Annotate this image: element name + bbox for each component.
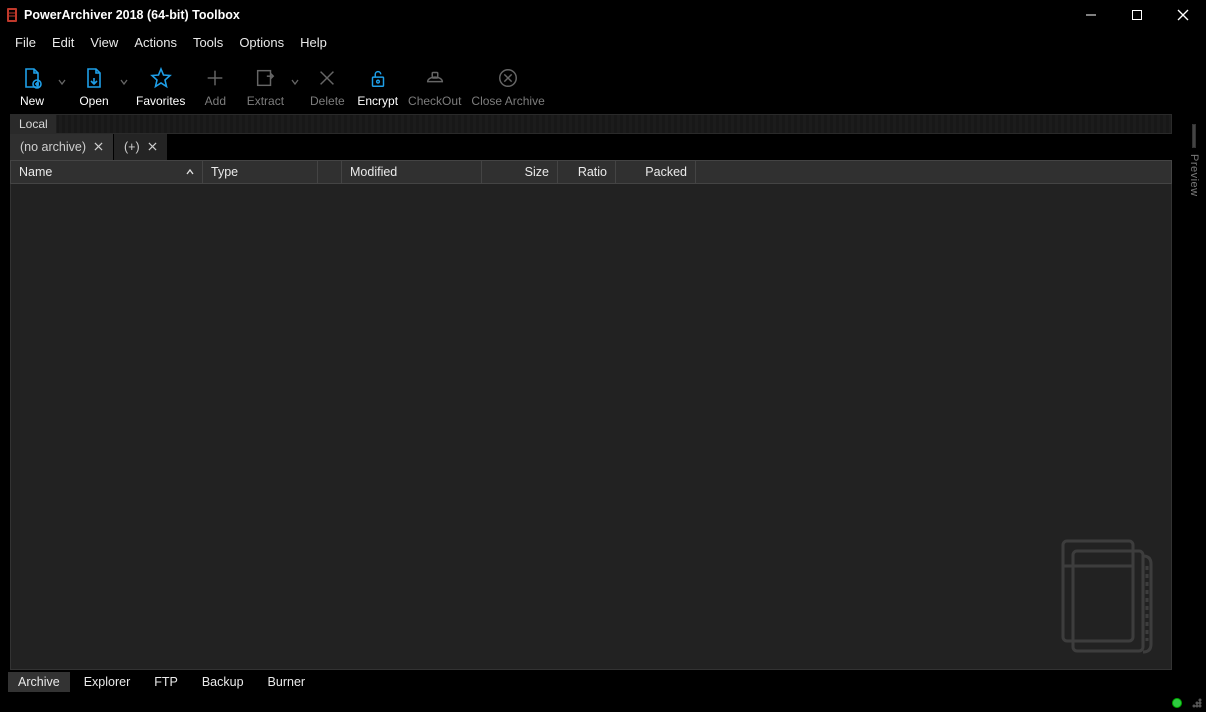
tab-new[interactable]: (+) [114,134,168,160]
sort-asc-icon [186,165,194,179]
close-circle-icon [497,64,519,92]
menu-actions[interactable]: Actions [127,32,184,53]
col-spacer-1[interactable] [318,161,342,183]
status-bar [0,694,1206,712]
menu-bar: File Edit View Actions Tools Options Hel… [0,30,1206,54]
app-icon [6,7,18,23]
col-label: Type [211,165,238,179]
preview-label: Preview [1188,154,1200,197]
plus-icon [204,64,226,92]
resize-grip-icon[interactable] [1190,696,1202,711]
open-button[interactable]: Open [70,56,118,108]
toolbar-label: Favorites [136,94,185,108]
extract-button[interactable]: Extract [241,56,289,108]
toolbar-label: Encrypt [357,94,398,108]
file-list[interactable] [10,184,1172,670]
close-button[interactable] [1160,0,1206,30]
col-size[interactable]: Size [482,161,558,183]
menu-help[interactable]: Help [293,32,334,53]
menu-tools[interactable]: Tools [186,32,230,53]
status-led-icon [1172,698,1182,708]
delete-button[interactable]: Delete [303,56,351,108]
tab-label: (no archive) [20,140,86,154]
breadcrumb-local[interactable]: Local [11,115,57,133]
checkout-icon [423,64,447,92]
title-bar: PowerArchiver 2018 (64-bit) Toolbox [0,0,1206,30]
col-name[interactable]: Name [11,161,203,183]
work-main: Local (no archive) (+) Name [0,114,1182,670]
window-title: PowerArchiver 2018 (64-bit) Toolbox [24,8,240,22]
mode-ftp[interactable]: FTP [144,672,188,692]
col-label: Ratio [578,165,607,179]
extract-icon [254,64,276,92]
open-dropdown[interactable] [118,56,130,108]
maximize-button[interactable] [1114,0,1160,30]
col-packed[interactable]: Packed [616,161,696,183]
lock-open-icon [367,64,389,92]
toolbar: New Open Favorites [0,54,1206,114]
toolbar-label: Extract [247,94,284,108]
tabs: (no archive) (+) [10,134,1172,160]
col-label: Packed [645,165,687,179]
menu-file[interactable]: File [8,32,43,53]
mode-bar: Archive Explorer FTP Backup Burner [0,670,1206,694]
window-controls [1068,0,1206,30]
col-modified[interactable]: Modified [342,161,482,183]
mode-backup[interactable]: Backup [192,672,254,692]
col-label: Size [525,165,549,179]
minimize-button[interactable] [1068,0,1114,30]
open-file-icon [82,64,106,92]
toolbar-group-extract: Extract [241,56,301,108]
preview-panel-collapsed[interactable]: Preview [1182,114,1206,670]
archive-watermark-icon [1043,521,1163,661]
extract-dropdown[interactable] [289,56,301,108]
tab-label: (+) [124,140,140,154]
toolbar-label: Close Archive [471,94,544,108]
star-icon [149,64,173,92]
close-icon[interactable] [94,140,103,154]
close-archive-button[interactable]: Close Archive [467,56,548,108]
preview-handle-icon[interactable] [1192,124,1196,148]
workspace: Local (no archive) (+) Name [0,114,1206,670]
col-label: Name [19,165,52,179]
new-dropdown[interactable] [56,56,68,108]
toolbar-label: Open [79,94,108,108]
close-icon[interactable] [148,140,157,154]
toolbar-group-new: New [8,56,68,108]
add-button[interactable]: Add [191,56,239,108]
toolbar-group-open: Open [70,56,130,108]
toolbar-label: Add [205,94,226,108]
mode-archive[interactable]: Archive [8,672,70,692]
breadcrumb-bar[interactable]: Local [10,114,1172,134]
checkout-button[interactable]: CheckOut [404,56,465,108]
menu-view[interactable]: View [83,32,125,53]
encrypt-button[interactable]: Encrypt [353,56,402,108]
toolbar-label: CheckOut [408,94,461,108]
col-label: Modified [350,165,397,179]
column-headers: Name Type Modified Size Ratio Packed [10,160,1172,184]
mode-burner[interactable]: Burner [258,672,316,692]
new-button[interactable]: New [8,56,56,108]
favorites-button[interactable]: Favorites [132,56,189,108]
new-file-icon [20,64,44,92]
col-ratio[interactable]: Ratio [558,161,616,183]
menu-edit[interactable]: Edit [45,32,81,53]
toolbar-label: New [20,94,44,108]
tab-no-archive[interactable]: (no archive) [10,134,114,160]
col-type[interactable]: Type [203,161,318,183]
mode-explorer[interactable]: Explorer [74,672,141,692]
menu-options[interactable]: Options [232,32,291,53]
col-spacer-2[interactable] [696,161,1171,183]
toolbar-label: Delete [310,94,345,108]
delete-icon [316,64,338,92]
